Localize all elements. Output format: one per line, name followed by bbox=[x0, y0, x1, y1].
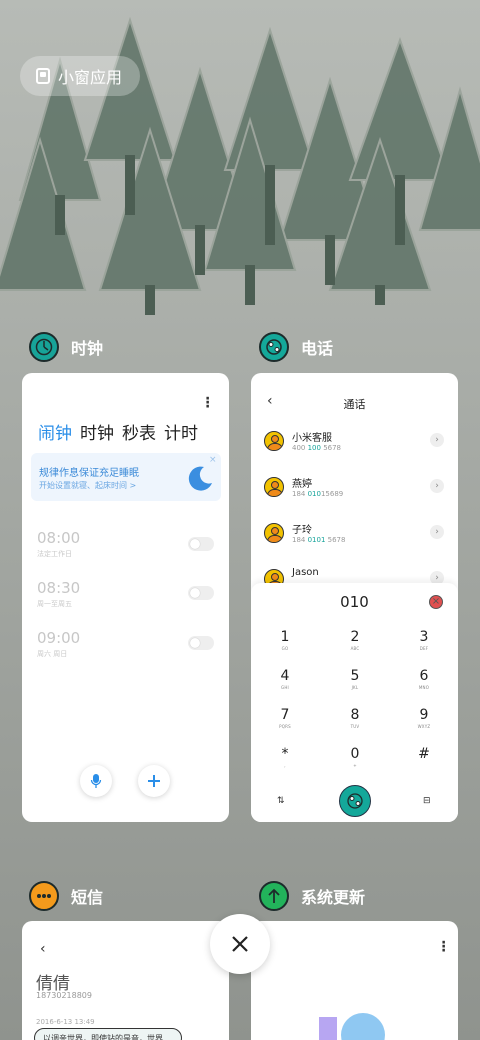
dialpad-toggle-icon[interactable]: ⊟ bbox=[423, 796, 431, 806]
microphone-icon bbox=[90, 774, 102, 788]
moon-icon bbox=[188, 466, 212, 491]
tab-clock[interactable]: 时钟 bbox=[80, 419, 114, 444]
contact-number: 400 100 5678 bbox=[292, 444, 342, 452]
update-app-card[interactable]: · · · bbox=[251, 921, 458, 1040]
phone-app-card[interactable]: ‹ 通话 小米客服 400 100 5678 › 燕婷 184 01015689… bbox=[251, 373, 458, 822]
alarm-repeat: 周六 周日 bbox=[37, 650, 68, 658]
contact-row[interactable]: 子玲 184 0101 5678 › bbox=[264, 521, 444, 551]
dial-key[interactable]: 3 DEF bbox=[404, 629, 444, 651]
floating-window-button[interactable]: 小窗应用 bbox=[20, 56, 140, 96]
sms-date: 2016-6-13 13:49 bbox=[36, 1018, 95, 1026]
contact-name: 燕婷 bbox=[292, 479, 312, 490]
contact-row[interactable]: 燕婷 184 01015689 › bbox=[264, 475, 444, 505]
alarm-item[interactable]: 08:00 法定工作日 bbox=[37, 529, 80, 559]
alarm-time: 08:00 bbox=[37, 529, 81, 547]
clock-app-card[interactable]: · · · 闹钟 时钟 秒表 计时 规律作息保证充足睡眠 开始设置就寝、起床时间 >… bbox=[22, 373, 229, 822]
alarm-item[interactable]: 08:30 周一至周五 bbox=[37, 579, 80, 609]
tab-alarm[interactable]: 闹钟 bbox=[38, 419, 72, 444]
dial-key[interactable]: 7 PQRS bbox=[265, 707, 305, 729]
dial-input[interactable]: 010 bbox=[251, 593, 458, 611]
alarm-toggle[interactable] bbox=[188, 586, 214, 600]
contact-number: 184 0101 5678 bbox=[292, 536, 346, 544]
clock-icon bbox=[29, 332, 59, 362]
tab-stopwatch[interactable]: 秒表 bbox=[122, 419, 156, 444]
dial-key[interactable]: 9 WXYZ bbox=[404, 707, 444, 729]
contact-row[interactable]: 小米客服 400 100 5678 › bbox=[264, 429, 444, 459]
app-header-phone[interactable]: 电话 bbox=[259, 332, 333, 362]
collapse-arrows-icon[interactable]: ⇅ bbox=[277, 796, 285, 806]
dial-key[interactable]: 5 JKL bbox=[335, 668, 375, 690]
dial-key[interactable]: 8 TUV bbox=[335, 707, 375, 729]
chevron-right-icon[interactable]: › bbox=[430, 433, 444, 447]
contact-name: Jason bbox=[292, 567, 319, 578]
add-alarm-button[interactable] bbox=[138, 765, 170, 797]
app-name-update: 系统更新 bbox=[301, 888, 366, 907]
contact-name: 子玲 bbox=[292, 525, 312, 536]
banner-title: 规律作息保证充足睡眠 bbox=[39, 468, 139, 479]
close-icon bbox=[232, 936, 248, 952]
alarm-item[interactable]: 09:00 周六 周日 bbox=[37, 629, 80, 659]
banner-close-icon[interactable]: × bbox=[209, 455, 217, 465]
dial-key[interactable]: 2 ABC bbox=[335, 629, 375, 651]
app-name-phone: 电话 bbox=[301, 339, 334, 358]
floating-window-icon bbox=[36, 68, 50, 84]
dial-key[interactable]: # bbox=[404, 746, 444, 763]
app-name-clock: 时钟 bbox=[71, 339, 104, 358]
miui-logo-icon bbox=[319, 1013, 385, 1040]
delete-digit-icon[interactable]: × bbox=[429, 595, 443, 609]
message-icon bbox=[29, 881, 59, 911]
phone-title: 通话 bbox=[343, 398, 366, 411]
app-header-update[interactable]: 系统更新 bbox=[259, 881, 365, 911]
voice-alarm-button[interactable] bbox=[80, 765, 112, 797]
dial-key[interactable]: 4 GHI bbox=[265, 668, 305, 690]
back-arrow-icon[interactable]: ‹ bbox=[40, 941, 46, 957]
call-button[interactable] bbox=[339, 785, 371, 817]
chevron-right-icon[interactable]: › bbox=[430, 479, 444, 493]
update-arrow-icon bbox=[259, 881, 289, 911]
sms-contact-number: 18730218809 bbox=[36, 991, 92, 1000]
banner-subtitle: 开始设置就寝、起床时间 > bbox=[39, 481, 137, 490]
floating-window-label: 小窗应用 bbox=[58, 68, 123, 87]
close-all-button[interactable] bbox=[210, 914, 270, 974]
sms-message-bubble: 以调亲世界，即使站的是音，世界 bbox=[34, 1028, 182, 1040]
dial-key[interactable]: 6 MNO bbox=[404, 668, 444, 690]
dial-key[interactable]: 0 + bbox=[335, 746, 375, 768]
alarm-toggle[interactable] bbox=[188, 636, 214, 650]
alarm-repeat: 周一至周五 bbox=[37, 600, 72, 608]
app-header-sms[interactable]: 短信 bbox=[29, 881, 103, 911]
alarm-repeat: 法定工作日 bbox=[37, 550, 72, 558]
contact-name: 小米客服 bbox=[292, 433, 332, 444]
sms-app-card[interactable]: ‹ 倩倩 18730218809 2016-6-13 13:49 以调亲世界，即… bbox=[22, 921, 229, 1040]
plus-icon bbox=[148, 775, 160, 787]
contact-avatar-icon bbox=[264, 477, 284, 497]
alarm-toggle[interactable] bbox=[188, 537, 214, 551]
phone-icon bbox=[259, 332, 289, 362]
more-options-icon[interactable]: · · · bbox=[441, 936, 446, 958]
more-options-icon[interactable]: · · · bbox=[205, 392, 210, 414]
app-header-clock[interactable]: 时钟 bbox=[29, 332, 103, 362]
sleep-banner[interactable]: 规律作息保证充足睡眠 开始设置就寝、起床时间 > × bbox=[31, 453, 221, 501]
tab-timer[interactable]: 计时 bbox=[164, 419, 198, 444]
contact-avatar-icon bbox=[264, 431, 284, 451]
contact-avatar-icon bbox=[264, 523, 284, 543]
dial-key[interactable]: *, bbox=[265, 746, 305, 768]
app-name-sms: 短信 bbox=[71, 888, 104, 907]
contact-number: 184 01015689 bbox=[292, 490, 344, 498]
chevron-right-icon[interactable]: › bbox=[430, 525, 444, 539]
dialpad: 010 × 1 GO 2 ABC 3 DEF 4 GHI 5 JKL 6 MNO 7 PQRS… bbox=[251, 583, 458, 822]
alarm-time: 09:00 bbox=[37, 629, 81, 647]
clock-tabs: 闹钟 时钟 秒表 计时 bbox=[38, 419, 198, 444]
call-icon bbox=[347, 793, 363, 809]
alarm-time: 08:30 bbox=[37, 579, 81, 597]
dial-key[interactable]: 1 GO bbox=[265, 629, 305, 651]
